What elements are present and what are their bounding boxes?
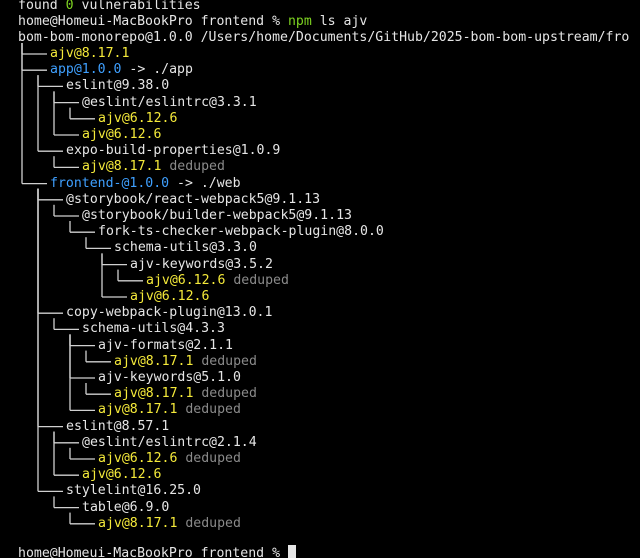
deduped-note: deduped: [161, 159, 225, 175]
command-name: npm: [287, 14, 312, 29]
deduped-note: deduped: [225, 272, 289, 288]
tree-row: schema-utils@3.3.0: [114, 240, 257, 256]
deduped-note: deduped: [193, 386, 257, 402]
package-name: stylelint@16.25.0: [66, 483, 201, 499]
package-name: ajv@6.12.6: [146, 272, 226, 288]
tree-row: ajv-keywords@5.1.0: [98, 370, 241, 386]
tree-row: ajv@8.17.1 deduped: [114, 354, 257, 370]
tree-row: app@1.0.0 -> ./app: [50, 62, 193, 78]
package-name: expo-build-properties@1.0.9: [66, 143, 281, 159]
package-name: @storybook/builder-webpack5@9.1.13: [82, 208, 352, 223]
tree-row: ajv@6.12.6: [82, 127, 161, 143]
package-name: ajv-keywords@5.1.0: [98, 370, 241, 385]
package-name: ajv@8.17.1: [114, 386, 194, 402]
package-name: schema-utils@3.3.0: [114, 240, 257, 256]
package-name: ajv@6.12.6: [82, 127, 162, 142]
deduped-note: deduped: [193, 353, 257, 369]
tree-row: @storybook/builder-webpack5@9.1.13: [82, 208, 352, 224]
package-name: ajv@6.12.6: [82, 467, 162, 483]
terminal-window[interactable]: found 0 vulnerabilities home@Homeui-MacB…: [0, 0, 640, 558]
command-line: home@Homeui-MacBookPro frontend % npm ls…: [18, 14, 367, 30]
package-name: ajv-keywords@3.5.2: [130, 256, 273, 272]
root-package-line: bom-bom-monorepo@1.0.0 /Users/home/Docum…: [18, 30, 630, 45]
tree-row: ajv@6.12.6: [98, 111, 177, 127]
tree-row: copy-webpack-plugin@13.0.1: [66, 305, 272, 321]
deduped-note: deduped: [177, 451, 241, 466]
package-name: eslint@9.38.0: [66, 78, 170, 94]
tree-row: expo-build-properties@1.0.9: [66, 143, 280, 159]
tree-row: ajv@8.17.1: [50, 46, 129, 62]
package-name: ajv-formats@2.1.1: [98, 337, 233, 353]
shell-prompt: home@Homeui-MacBookPro frontend %: [18, 14, 288, 29]
tree-row: schema-utils@4.3.3: [82, 321, 225, 337]
package-name: ajv@8.17.1: [98, 515, 178, 531]
tree-row: eslint@9.38.0: [66, 78, 169, 94]
vuln-suffix: vulnerabilities: [73, 0, 201, 13]
final-prompt-line[interactable]: home@Homeui-MacBookPro frontend %: [18, 545, 296, 558]
package-name: schema-utils@4.3.3: [82, 321, 225, 337]
package-name: ajv@6.12.6: [130, 289, 210, 304]
command-args: ls ajv: [311, 14, 368, 29]
tree-row: @eslint/eslintrc@3.3.1: [82, 95, 257, 111]
tree-row: ajv@8.17.1 deduped: [98, 402, 241, 418]
package-name: ajv@6.12.6: [98, 110, 178, 126]
vuln-prefix: found: [18, 0, 66, 13]
tree-row: ajv@6.12.6: [82, 467, 161, 483]
package-name: app@1.0.0: [50, 62, 122, 78]
package-name: ajv@8.17.1: [82, 159, 162, 175]
package-name: ajv@8.17.1: [114, 353, 194, 369]
tree-row: @eslint/eslintrc@2.1.4: [82, 435, 257, 451]
link-target: -> ./app: [121, 62, 193, 78]
tree-row: ajv@6.12.6 deduped: [98, 451, 241, 467]
final-shell-prompt: home@Homeui-MacBookPro frontend %: [18, 546, 288, 558]
tree-row: ajv@8.17.1 deduped: [114, 386, 257, 402]
vulnerabilities-line: found 0 vulnerabilities: [18, 0, 201, 14]
package-name: table@6.9.0: [82, 499, 170, 515]
link-target: -> ./web: [169, 175, 241, 191]
package-name: ajv@8.17.1: [50, 46, 130, 61]
tree-row: ajv-formats@2.1.1: [98, 338, 233, 354]
tree-row: fork-ts-checker-webpack-plugin@8.0.0: [98, 224, 384, 240]
tree-row: eslint@8.57.1: [66, 419, 169, 435]
tree-row: ajv@8.17.1 deduped: [82, 159, 225, 175]
package-name: @storybook/react-webpack5@9.1.13: [66, 191, 321, 207]
tree-row: ajv@6.12.6 deduped: [146, 273, 289, 289]
package-name: eslint@8.57.1: [66, 418, 170, 434]
package-name: ajv@8.17.1: [98, 402, 178, 418]
tree-row: ajv-keywords@3.5.2: [130, 257, 273, 273]
package-name: @eslint/eslintrc@2.1.4: [82, 434, 257, 450]
tree-row: stylelint@16.25.0: [66, 483, 201, 499]
tree-row: frontend-@1.0.0 -> ./web: [50, 176, 241, 192]
tree-row: table@6.9.0: [82, 500, 169, 516]
package-name: fork-ts-checker-webpack-plugin@8.0.0: [98, 224, 384, 240]
package-name: ajv@6.12.6: [98, 451, 178, 466]
text-cursor: [287, 545, 296, 558]
package-name: frontend-@1.0.0: [50, 175, 170, 191]
package-name: copy-webpack-plugin@13.0.1: [66, 305, 273, 321]
tree-row: ajv@8.17.1 deduped: [98, 516, 241, 532]
vuln-count: 0: [65, 0, 74, 13]
tree-row: @storybook/react-webpack5@9.1.13: [66, 192, 320, 208]
package-name: @eslint/eslintrc@3.3.1: [82, 94, 257, 110]
deduped-note: deduped: [177, 515, 241, 531]
deduped-note: deduped: [177, 402, 241, 418]
tree-row: ajv@6.12.6: [130, 289, 209, 305]
